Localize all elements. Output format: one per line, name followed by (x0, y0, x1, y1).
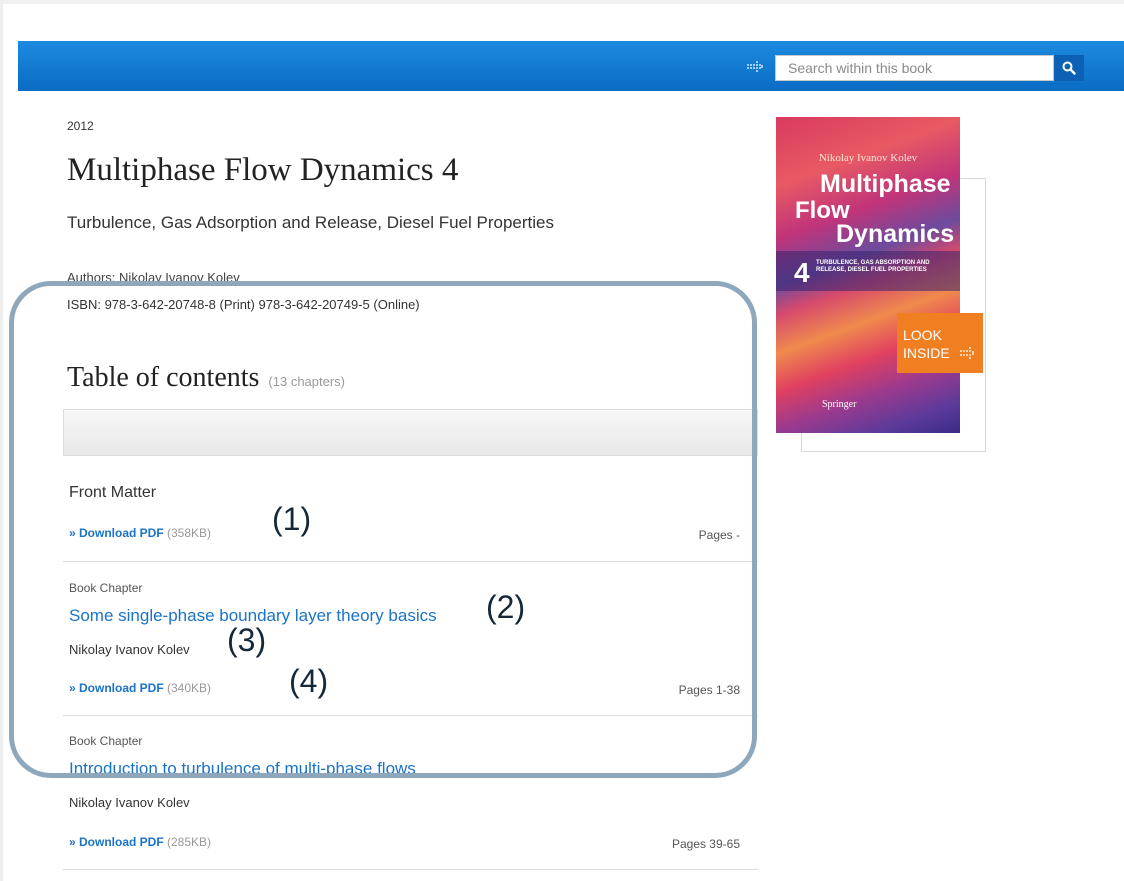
look-inside-line1: LOOK (903, 327, 942, 343)
isbn-line: ISBN: 978-3-642-20748-8 (Print) 978-3-64… (67, 297, 420, 312)
annotation-label-1: (1) (272, 501, 312, 537)
toc-entry: Front Matter » Download PDF (358KB) Page… (63, 466, 758, 562)
cover-subtitle: TURBULENCE, GAS ABSORPTION AND RELEASE, … (816, 260, 930, 273)
annotation-label-3: (3) (227, 622, 267, 658)
cover-author: Nikolay Ivanov Kolev (818, 152, 918, 164)
cover-title-line3: Dynamics (836, 220, 955, 248)
window-left-edge (0, 0, 3, 881)
search-input[interactable] (775, 55, 1054, 81)
file-size: (340KB) (167, 681, 212, 695)
toc-entry-title: Front Matter (69, 484, 157, 501)
chapter-author: Nikolay Ivanov Kolev (69, 642, 190, 657)
search-button[interactable] (1054, 55, 1084, 81)
authors-line: Authors: Nikolay Ivanov Kolev (67, 270, 240, 286)
download-pdf-row: » Download PDF (358KB) (69, 526, 211, 540)
search-arrow-icon (747, 61, 763, 72)
window-top-edge (0, 0, 1124, 4)
download-pdf-row: » Download PDF (285KB) (69, 835, 211, 849)
look-inside-button[interactable]: LOOK INSIDE (897, 313, 983, 373)
arrow-right-icon (960, 347, 974, 359)
page-range: Pages 39-65 (671, 837, 740, 851)
annotation-label-2: (2) (486, 589, 526, 625)
entry-type: Book Chapter (69, 734, 143, 748)
toc-entry: Book Chapter Introduction to turbulence … (63, 716, 758, 870)
cover-title-line1: Multiphase (820, 170, 951, 198)
file-size: (358KB) (167, 526, 212, 540)
download-pdf-row: » Download PDF (340KB) (69, 681, 211, 695)
download-pdf-link[interactable]: » Download PDF (69, 681, 164, 695)
entry-divider (63, 869, 758, 870)
book-subtitle: Turbulence, Gas Adsorption and Release, … (67, 213, 554, 232)
toc-heading: Table of contents (13 chapters) (67, 362, 345, 394)
authors-label: Authors: (67, 270, 116, 285)
page-range: Pages - (698, 528, 740, 542)
chapter-author: Nikolay Ivanov Kolev (69, 795, 190, 810)
page-range: Pages 1-38 (678, 683, 740, 697)
chapter-title-link[interactable]: Introduction to turbulence of multi-phas… (69, 759, 416, 779)
entry-type: Book Chapter (69, 581, 143, 595)
toc-chapter-count: (13 chapters) (268, 374, 346, 389)
toc-title: Table of contents (67, 362, 260, 393)
download-pdf-link[interactable]: » Download PDF (69, 835, 164, 849)
cover-publisher: Springer (822, 399, 857, 410)
toc-toolbar (63, 409, 758, 456)
file-size: (285KB) (167, 835, 212, 849)
magnifier-icon (1062, 61, 1076, 75)
download-pdf-link[interactable]: » Download PDF (69, 526, 164, 540)
publication-year: 2012 (67, 119, 94, 133)
author-link[interactable]: Nikolay Ivanov Kolev (119, 270, 240, 286)
book-cover-image[interactable]: Nikolay Ivanov Kolev Multiphase Flow Dyn… (776, 117, 960, 433)
book-title: Multiphase Flow Dynamics 4 (67, 152, 459, 188)
cover-volume-number: 4 (794, 257, 810, 288)
toc-entry: Book Chapter Some single-phase boundary … (63, 562, 758, 716)
annotation-label-4: (4) (289, 663, 329, 699)
